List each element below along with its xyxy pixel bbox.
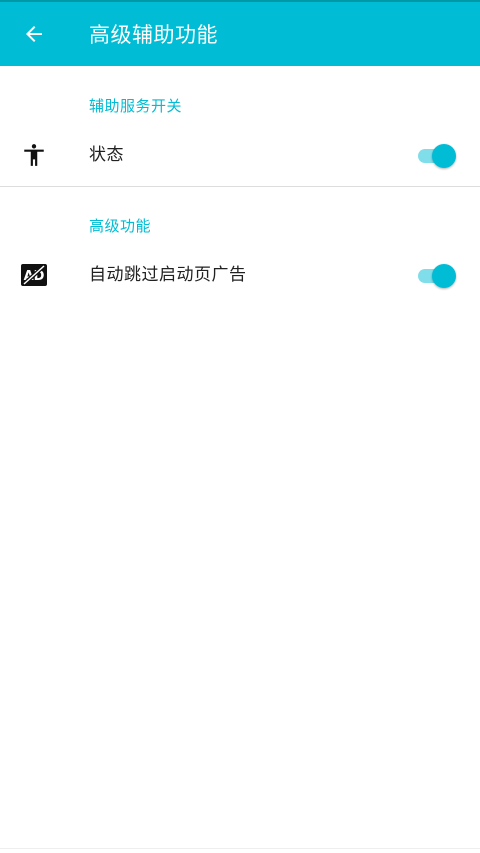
pref-label-status: 状态 — [89, 145, 124, 165]
pref-label-skip-ads: 自动跳过启动页广告 — [89, 265, 247, 285]
back-button[interactable] — [10, 10, 58, 58]
section-title-advanced: 高级功能 — [89, 217, 152, 235]
ad-block-icon: AD — [20, 261, 48, 289]
skip-ads-switch[interactable] — [416, 264, 458, 288]
pref-row-skip-ads[interactable]: AD 自动跳过启动页广告 — [0, 245, 480, 305]
page-title: 高级辅助功能 — [89, 23, 218, 47]
arrow-back-icon — [26, 26, 42, 42]
switch-thumb — [432, 144, 456, 168]
switch-thumb — [432, 264, 456, 288]
screen: 高级辅助功能 辅助服务开关 状态 高级功能 AD 自动跳过启动页广告 — [0, 0, 480, 853]
bottom-divider — [0, 848, 480, 849]
pref-row-status[interactable]: 状态 — [0, 125, 480, 185]
section-divider — [0, 186, 480, 187]
accessibility-icon — [20, 141, 48, 169]
toolbar: 高级辅助功能 — [0, 0, 480, 66]
section-title-accessibility-service: 辅助服务开关 — [89, 97, 183, 115]
status-switch[interactable] — [416, 144, 458, 168]
